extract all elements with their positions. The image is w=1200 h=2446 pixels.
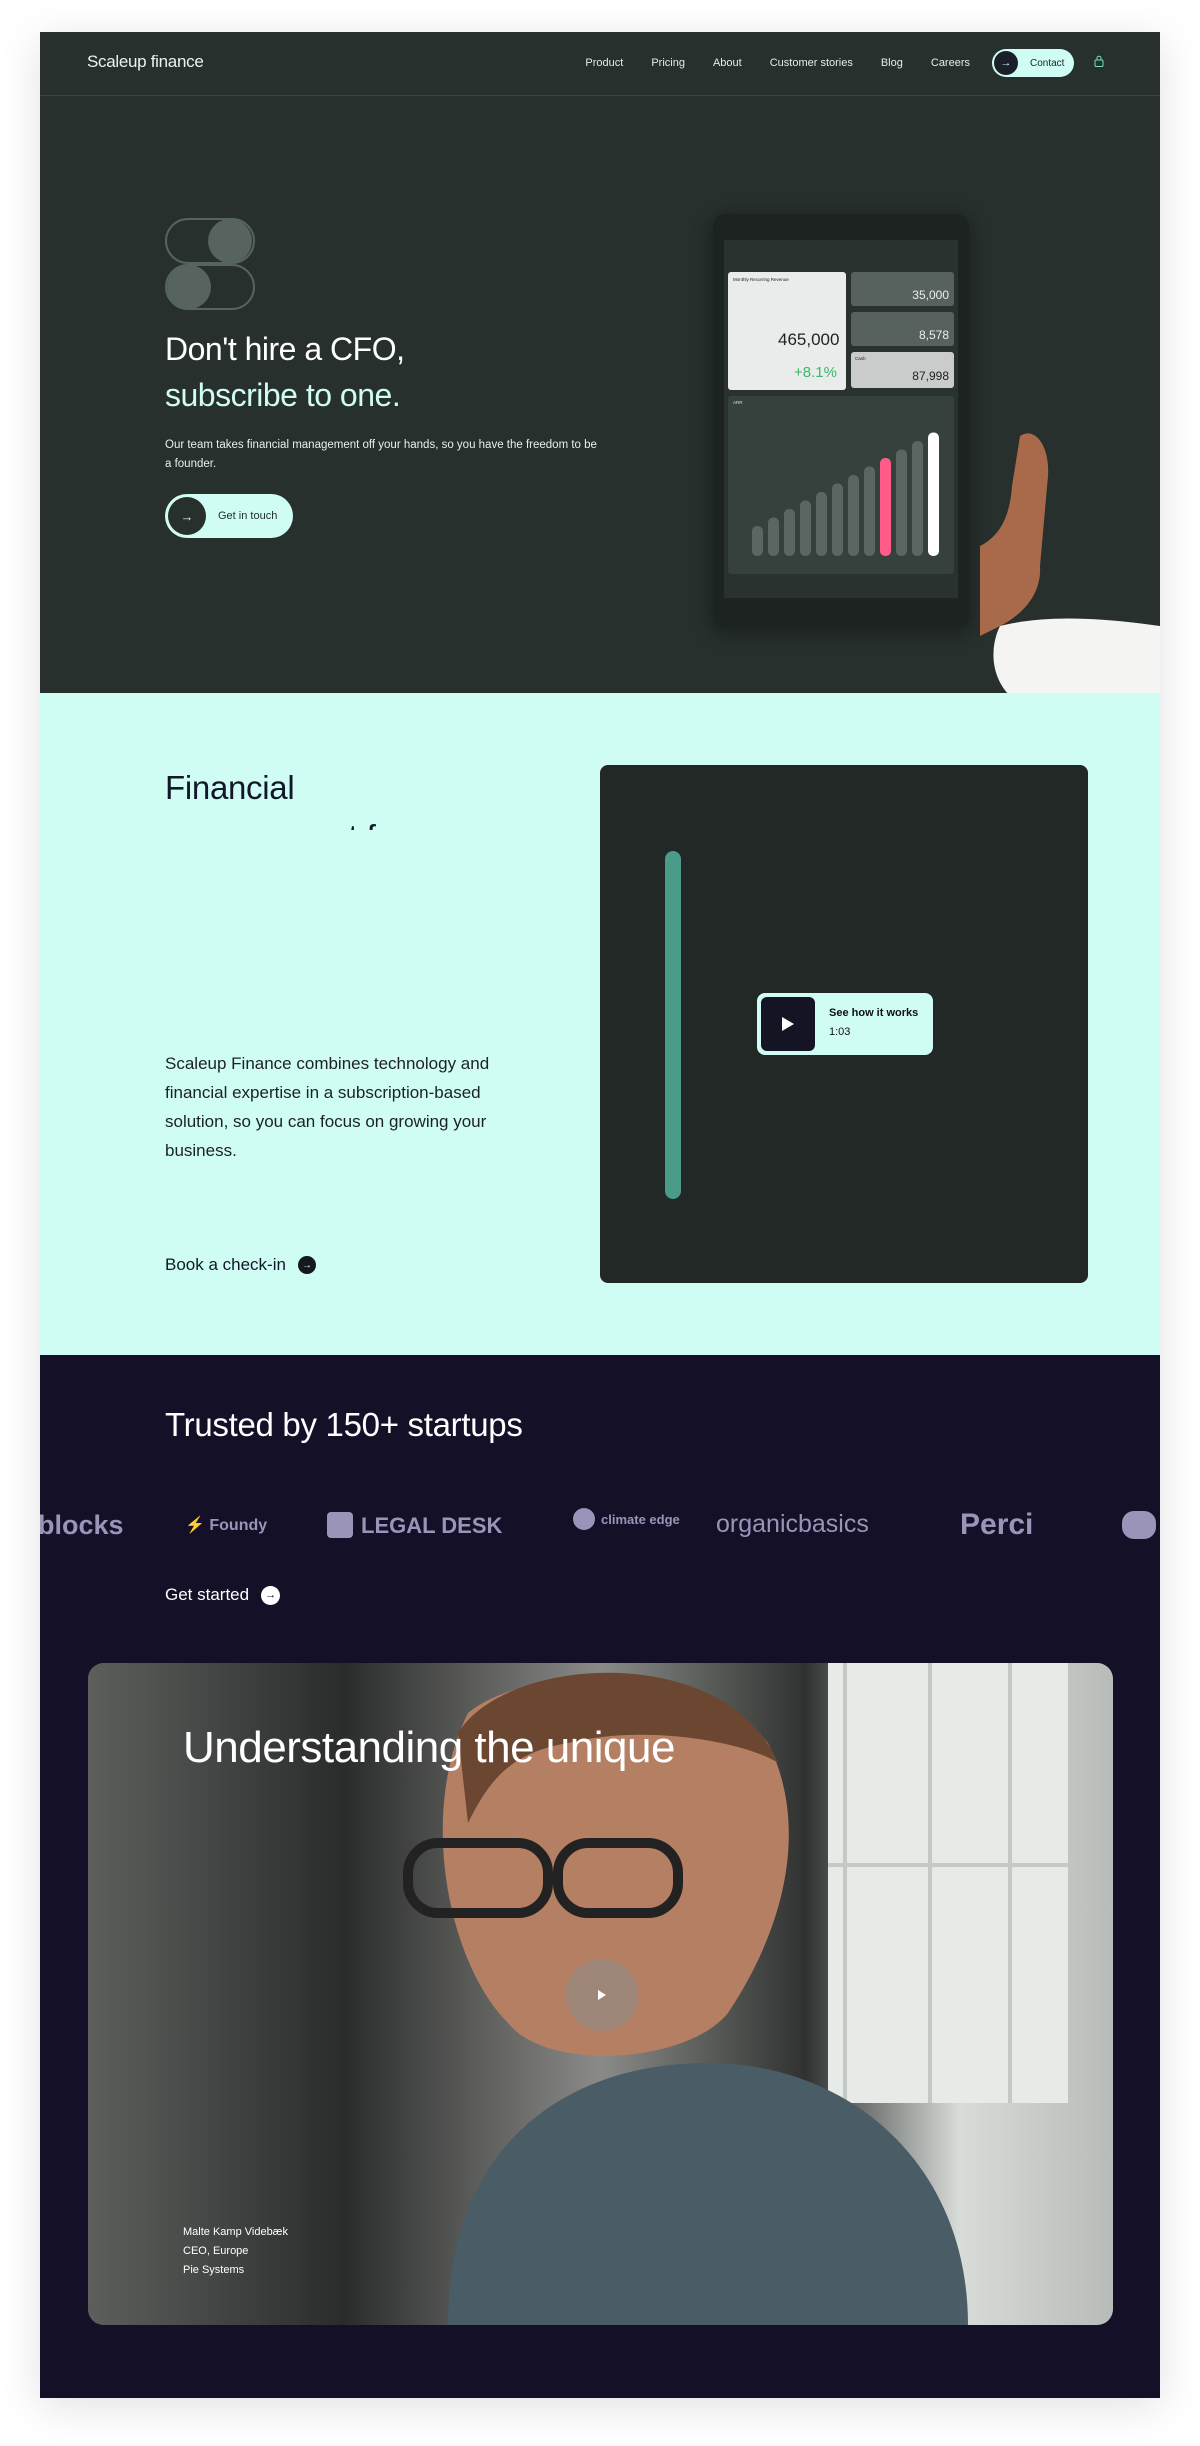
play-icon <box>761 997 815 1051</box>
contact-label: Contact <box>1030 57 1065 69</box>
arr-bar <box>848 475 859 556</box>
page-frame: Scaleup finance Product Pricing About Cu… <box>40 32 1160 2398</box>
cash-card: Cash 87,998 <box>851 352 954 388</box>
video-duration: 1:03 <box>829 1026 851 1038</box>
mrr-label: Monthly Recurring Revenue <box>733 277 789 282</box>
play-icon <box>598 1990 606 2000</box>
arr-bar <box>928 432 939 556</box>
nav-item-about[interactable]: About <box>713 57 742 69</box>
lock-icon[interactable] <box>1094 55 1104 67</box>
testimonial-role: CEO, Europe <box>183 2245 249 2257</box>
logo-climate-edge: climate edge <box>573 1508 680 1530</box>
book-check-in-label: Book a check-in <box>165 1255 286 1274</box>
trusted-section: Trusted by 150+ startups blocks ⚡ Foundy… <box>40 1355 1160 2398</box>
contact-button[interactable]: → Contact <box>992 49 1074 77</box>
financial-section: Financial management for Scaleup Finance… <box>40 693 1160 1355</box>
testimonial-title: Understanding the unique <box>183 1723 675 1772</box>
book-check-in-link[interactable]: Book a check-in → <box>165 1255 316 1275</box>
testimonial-person: Malte Kamp Videbæk <box>183 2226 288 2238</box>
arrow-right-icon: → <box>168 497 206 535</box>
mrr-value: 465,000 <box>778 330 840 349</box>
top-nav: Scaleup finance Product Pricing About Cu… <box>40 32 1160 96</box>
arr-bar <box>768 517 779 556</box>
arr-bar <box>880 458 891 556</box>
get-started-label: Get started <box>165 1585 250 1604</box>
arrow-right-icon: → <box>297 1256 316 1274</box>
logo-strip: blocks ⚡ Foundy LEGAL DESK climate edge … <box>40 1505 1160 1545</box>
hero-title-line1: Don't hire a CFO, <box>165 331 405 367</box>
nav-links: Product Pricing About Customer stories B… <box>585 57 970 69</box>
tablet-mockup: Monthly Recurring Revenue 465,000 +8.1% … <box>713 214 969 628</box>
dashboard-screen: Monthly Recurring Revenue 465,000 +8.1% … <box>724 240 958 598</box>
nav-item-pricing[interactable]: Pricing <box>651 57 685 69</box>
arr-bar <box>832 483 843 556</box>
logo-legal-desk: LEGAL DESK <box>327 1512 502 1539</box>
logo-partial-icon <box>1122 1511 1156 1539</box>
logo-organicbasics: organicbasics <box>716 1510 869 1538</box>
testimonial-company: Pie Systems <box>183 2264 245 2276</box>
logo-climate-edge-text: climate edge <box>601 1512 680 1527</box>
nav-item-customer-stories[interactable]: Customer stories <box>770 57 853 69</box>
cash-label: Cash <box>855 356 866 361</box>
video-card: See how it works 1:03 <box>600 765 1088 1283</box>
testimonial-video: Understanding the unique Malte Kamp Vide… <box>88 1663 1113 2325</box>
arr-bar <box>896 449 907 556</box>
logo-perci: Perci <box>960 1508 1034 1541</box>
financial-body: Scaleup Finance combines technology and … <box>165 1054 490 1160</box>
metric-card-2: 8,578 <box>851 312 954 346</box>
logo-legal-desk-text: LEGAL DESK <box>361 1513 503 1538</box>
mrr-change: +8.1% <box>794 364 837 381</box>
nav-item-product[interactable]: Product <box>585 57 623 69</box>
video-label: See how it works <box>829 1007 919 1019</box>
nav-item-careers[interactable]: Careers <box>931 57 970 69</box>
arr-bar <box>816 492 827 556</box>
financial-title: Financial <box>165 769 295 806</box>
mrr-card: Monthly Recurring Revenue 465,000 +8.1% <box>728 272 846 390</box>
trusted-title: Trusted by 150+ startups <box>165 1406 523 1443</box>
arr-bar <box>864 466 875 556</box>
get-in-touch-label: Get in touch <box>218 510 278 522</box>
cash-value: 87,998 <box>912 369 949 383</box>
metric-card-2-value: 8,578 <box>918 328 949 342</box>
hero-subtitle: Our team takes financial management off … <box>165 439 597 470</box>
hero-section: Don't hire a CFO, subscribe to one. Our … <box>40 96 1160 696</box>
arrow-right-icon: → <box>994 51 1018 75</box>
arr-bar <box>784 509 795 556</box>
logo-foundy-text: Foundy <box>209 1517 268 1534</box>
financial-title-partial: management for <box>165 810 425 830</box>
metric-card-1-value: 35,000 <box>912 288 949 302</box>
arrow-right-icon: → <box>261 1585 281 1605</box>
logo-blocks: blocks <box>40 1510 124 1540</box>
decorative-bar <box>665 851 681 1199</box>
see-how-it-works-button[interactable]: See how it works 1:03 <box>757 993 933 1055</box>
arr-bar <box>800 500 811 556</box>
arr-bar <box>752 526 763 556</box>
brand-mark-icon <box>165 218 255 310</box>
nav-item-blog[interactable]: Blog <box>881 57 903 69</box>
hand-illustration <box>980 433 1160 696</box>
arr-bar <box>912 441 923 556</box>
arr-bars <box>752 432 939 556</box>
arr-chart: ARR <box>728 396 954 574</box>
testimonial-play-button[interactable] <box>566 1959 638 2031</box>
testimonial-meta: Malte Kamp Videbæk CEO, Europe Pie Syste… <box>183 2223 288 2280</box>
get-in-touch-button[interactable]: → Get in touch <box>165 494 293 538</box>
metric-card-1: 35,000 <box>851 272 954 306</box>
get-started-link[interactable]: Get started → <box>165 1585 281 1605</box>
logo-foundy: ⚡ Foundy <box>185 1517 268 1534</box>
brand-logo[interactable]: Scaleup finance <box>87 52 204 72</box>
hero-title-line2: subscribe to one. <box>165 377 401 413</box>
financial-title-partial-text: management for <box>165 818 405 830</box>
hero-title: Don't hire a CFO, subscribe to one. <box>165 326 405 418</box>
